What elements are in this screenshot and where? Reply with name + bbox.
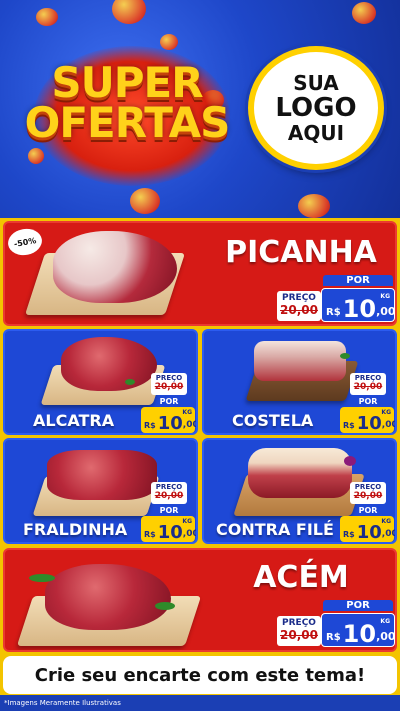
header-banner: SUPER OFERTAS SUA LOGO AQUI <box>0 0 400 218</box>
product-image-fraldinha <box>47 450 157 500</box>
product-name: ACÉM <box>253 560 349 595</box>
coin-decoration <box>28 148 44 164</box>
old-price-tag: PREÇO 20,00 <box>151 373 187 395</box>
por-label: POR <box>159 506 179 515</box>
product-image-alcatra <box>61 337 157 391</box>
coin-decoration <box>112 0 146 24</box>
coin-decoration <box>298 194 330 218</box>
old-price-tag: PREÇO 20,00 <box>350 482 386 504</box>
logo-line-1: SUA <box>293 70 339 95</box>
product-card-picanha: PICANHA PREÇO 20,00 POR R$ 10 ,00 KG <box>3 221 397 326</box>
product-name: COSTELA <box>232 411 314 430</box>
herb-decoration <box>29 574 55 582</box>
por-label: POR <box>358 397 378 406</box>
coin-decoration <box>36 8 58 26</box>
product-card-alcatra: ALCATRA PREÇO 20,00 POR R$ 10 ,00 KG <box>3 329 198 435</box>
coin-decoration <box>352 2 376 24</box>
herb-decoration <box>155 602 175 610</box>
price-tag: R$ 10 ,00 KG <box>321 613 395 647</box>
price-tag: R$ 10 ,00 KG <box>321 288 395 322</box>
product-card-fraldinha: FRALDINHA PREÇO 20,00 POR R$ 10 ,00 KG <box>3 438 198 544</box>
old-price-tag: PREÇO 20,00 <box>151 482 187 504</box>
product-image-costela <box>254 341 346 381</box>
price-tag: R$ 10 ,00 KG <box>340 407 395 433</box>
product-card-contra-file: CONTRA FILÉ PREÇO 20,00 POR R$ 10 ,00 KG <box>202 438 397 544</box>
product-name: ALCATRA <box>33 411 115 430</box>
title-ofertas: OFERTAS <box>24 98 231 147</box>
product-card-acem: ACÉM PREÇO 20,00 POR R$ 10 ,00 KG <box>3 548 397 652</box>
old-price-tag: PREÇO 20,00 <box>277 291 321 321</box>
product-image-contra-file <box>248 448 352 498</box>
old-price-tag: PREÇO 20,00 <box>350 373 386 395</box>
logo-line-2: LOGO <box>275 92 357 123</box>
por-label: POR <box>323 275 393 286</box>
cta-banner[interactable]: Crie seu encarte com este tema! <box>3 656 397 694</box>
product-image-acem <box>45 564 171 630</box>
product-image-picanha <box>53 231 177 303</box>
coin-decoration <box>130 188 160 214</box>
logo-placeholder: SUA LOGO AQUI <box>248 46 384 170</box>
product-card-costela: COSTELA PREÇO 20,00 POR R$ 10 ,00 KG <box>202 329 397 435</box>
coin-decoration <box>160 34 178 50</box>
herb-decoration <box>125 379 135 385</box>
por-label: POR <box>358 506 378 515</box>
product-name: FRALDINHA <box>23 520 128 539</box>
herb-decoration <box>340 353 350 359</box>
herb-decoration <box>344 456 356 466</box>
por-label: POR <box>323 600 393 611</box>
por-label: POR <box>159 397 179 406</box>
product-name: PICANHA <box>225 235 377 270</box>
old-price-tag: PREÇO 20,00 <box>277 616 321 646</box>
product-name: CONTRA FILÉ <box>216 520 334 539</box>
footer-disclaimer: *Imagens Meramente Ilustrativas <box>0 695 400 711</box>
price-tag: R$ 10 ,00 KG <box>340 516 395 542</box>
price-tag: R$ 10 ,00 KG <box>141 516 196 542</box>
logo-line-3: AQUI <box>287 121 345 146</box>
price-tag: R$ 10 ,00 KG <box>141 407 196 433</box>
